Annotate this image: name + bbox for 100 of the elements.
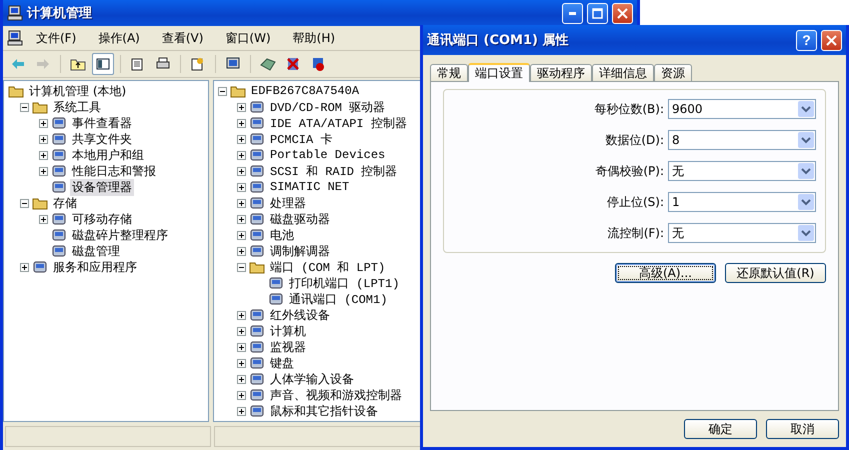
tab[interactable]: 端口设置: [468, 63, 530, 82]
device-icon: [51, 131, 67, 147]
expand-button[interactable]: [237, 406, 246, 416]
device-icon: [249, 323, 265, 339]
tree-item[interactable]: 人体学输入设备: [268, 370, 356, 388]
expand-button[interactable]: [39, 166, 48, 176]
tree-item[interactable]: 共享文件夹: [70, 130, 134, 148]
expand-button[interactable]: [20, 262, 29, 272]
expand-button[interactable]: [39, 150, 48, 160]
collapse-button[interactable]: [218, 86, 227, 96]
dropdown[interactable]: 9600: [668, 99, 816, 119]
close-icon: [617, 8, 628, 18]
device-icon: [51, 211, 67, 227]
dropdown[interactable]: 无: [668, 223, 816, 243]
expand-button[interactable]: [237, 374, 246, 384]
tree-item[interactable]: 红外线设备: [268, 306, 332, 324]
expand-button[interactable]: [237, 150, 246, 160]
expand-button[interactable]: [237, 214, 246, 224]
expand-button[interactable]: [237, 390, 246, 400]
expand-button[interactable]: [237, 166, 246, 176]
expand-button[interactable]: [237, 182, 246, 192]
tree-item[interactable]: 端口 (COM 和 LPT): [268, 258, 388, 276]
expand-button[interactable]: [39, 214, 48, 224]
toolbar-button[interactable]: [92, 53, 114, 75]
tree-item[interactable]: 键盘: [268, 354, 296, 372]
chevron-down-icon: [798, 132, 814, 148]
close-button[interactable]: [612, 2, 633, 24]
expand-button[interactable]: [237, 134, 246, 144]
tree-item[interactable]: 计算机: [268, 322, 308, 340]
expand-button[interactable]: [39, 134, 48, 144]
expand-button[interactable]: [237, 102, 246, 112]
tree-item[interactable]: 磁盘管理: [70, 242, 122, 260]
push-button[interactable]: 确定: [684, 419, 757, 439]
tree-item[interactable]: 调制解调器: [268, 242, 332, 260]
tree-item[interactable]: 存储: [51, 194, 79, 212]
tree-item[interactable]: 设备管理器: [70, 178, 134, 196]
dropdown[interactable]: 1: [668, 192, 816, 212]
expand-button[interactable]: [237, 198, 246, 208]
tree-item[interactable]: 服务和应用程序: [51, 258, 139, 276]
collapse-button[interactable]: [20, 198, 29, 208]
tree-item[interactable]: 鼠标和其它指针设备: [268, 402, 380, 420]
minimize-icon: [569, 12, 576, 14]
tree-item[interactable]: 计算机管理 (本地): [27, 82, 128, 100]
dropdown[interactable]: 无: [668, 161, 816, 181]
maximize-button[interactable]: [587, 2, 608, 24]
tab[interactable]: 常规: [430, 64, 468, 81]
push-button[interactable]: 还原默认值(R): [725, 263, 826, 283]
tree-item[interactable]: DVD/CD-ROM 驱动器: [268, 98, 388, 116]
device-icon: [249, 195, 265, 211]
window-title: 计算机管理: [27, 5, 93, 22]
minimize-button[interactable]: [562, 2, 583, 24]
tree-item[interactable]: 性能日志和警报: [70, 162, 158, 180]
tree-item[interactable]: 事件查看器: [70, 114, 134, 132]
tree-item[interactable]: 本地用户和组: [70, 146, 146, 164]
tree-item[interactable]: IDE ATA/ATAPI 控制器: [268, 114, 409, 132]
device-icon: [51, 163, 67, 179]
device-icon: [249, 227, 265, 243]
push-button[interactable]: 高级(A)...: [615, 263, 716, 283]
expand-button[interactable]: [237, 246, 246, 256]
expand-button[interactable]: [237, 326, 246, 336]
expand-button[interactable]: [237, 118, 246, 128]
computer-icon: [7, 30, 23, 46]
help-button[interactable]: ?: [796, 30, 817, 50]
expand-button[interactable]: [39, 118, 48, 128]
tree-item[interactable]: SIMATIC NET: [268, 180, 352, 194]
collapse-button[interactable]: [20, 102, 29, 112]
menu-item[interactable]: 查看(V): [152, 28, 212, 48]
expand-button[interactable]: [237, 358, 246, 368]
tab[interactable]: 资源: [654, 64, 692, 81]
push-button[interactable]: 取消: [766, 419, 839, 439]
tree-item[interactable]: SCSI 和 RAID 控制器: [268, 162, 400, 180]
tree-item[interactable]: 处理器: [268, 194, 308, 212]
expand-button[interactable]: [237, 230, 246, 240]
tree-item[interactable]: EDFB267C8A7540A: [249, 84, 362, 98]
collapse-button[interactable]: [237, 262, 246, 272]
tree-item[interactable]: 通讯端口 (COM1): [287, 290, 390, 308]
menu-item[interactable]: 帮助(H): [284, 28, 344, 48]
dropdown[interactable]: 8: [668, 130, 816, 150]
tree-item[interactable]: 声音、视频和游戏控制器: [268, 386, 404, 404]
tree-item[interactable]: 监视器: [268, 338, 308, 356]
tree-item[interactable]: PCMCIA 卡: [268, 130, 334, 148]
menu-item[interactable]: 文件(F): [27, 28, 86, 48]
tree-item[interactable]: 系统工具: [51, 98, 103, 116]
tree-item[interactable]: 电池: [268, 226, 296, 244]
menu-item[interactable]: 操作(A): [89, 28, 149, 48]
expand-button[interactable]: [237, 310, 246, 320]
expand-button[interactable]: [237, 342, 246, 352]
computer-icon: [7, 5, 23, 21]
menu-item[interactable]: 窗口(W): [216, 28, 280, 48]
tab[interactable]: 驱动程序: [530, 64, 592, 81]
tree-item[interactable]: 打印机端口 (LPT1): [287, 274, 402, 292]
tree-item[interactable]: 磁盘碎片整理程序: [70, 226, 170, 244]
device-icon: [32, 259, 48, 275]
close-button[interactable]: [821, 30, 842, 50]
tree-item[interactable]: 可移动存储: [70, 210, 134, 228]
tree-item[interactable]: Portable Devices: [268, 148, 388, 162]
device-icon: [51, 179, 67, 195]
tab[interactable]: 详细信息: [592, 64, 654, 81]
chevron-down-icon: [798, 101, 814, 117]
tree-item[interactable]: 磁盘驱动器: [268, 210, 332, 228]
